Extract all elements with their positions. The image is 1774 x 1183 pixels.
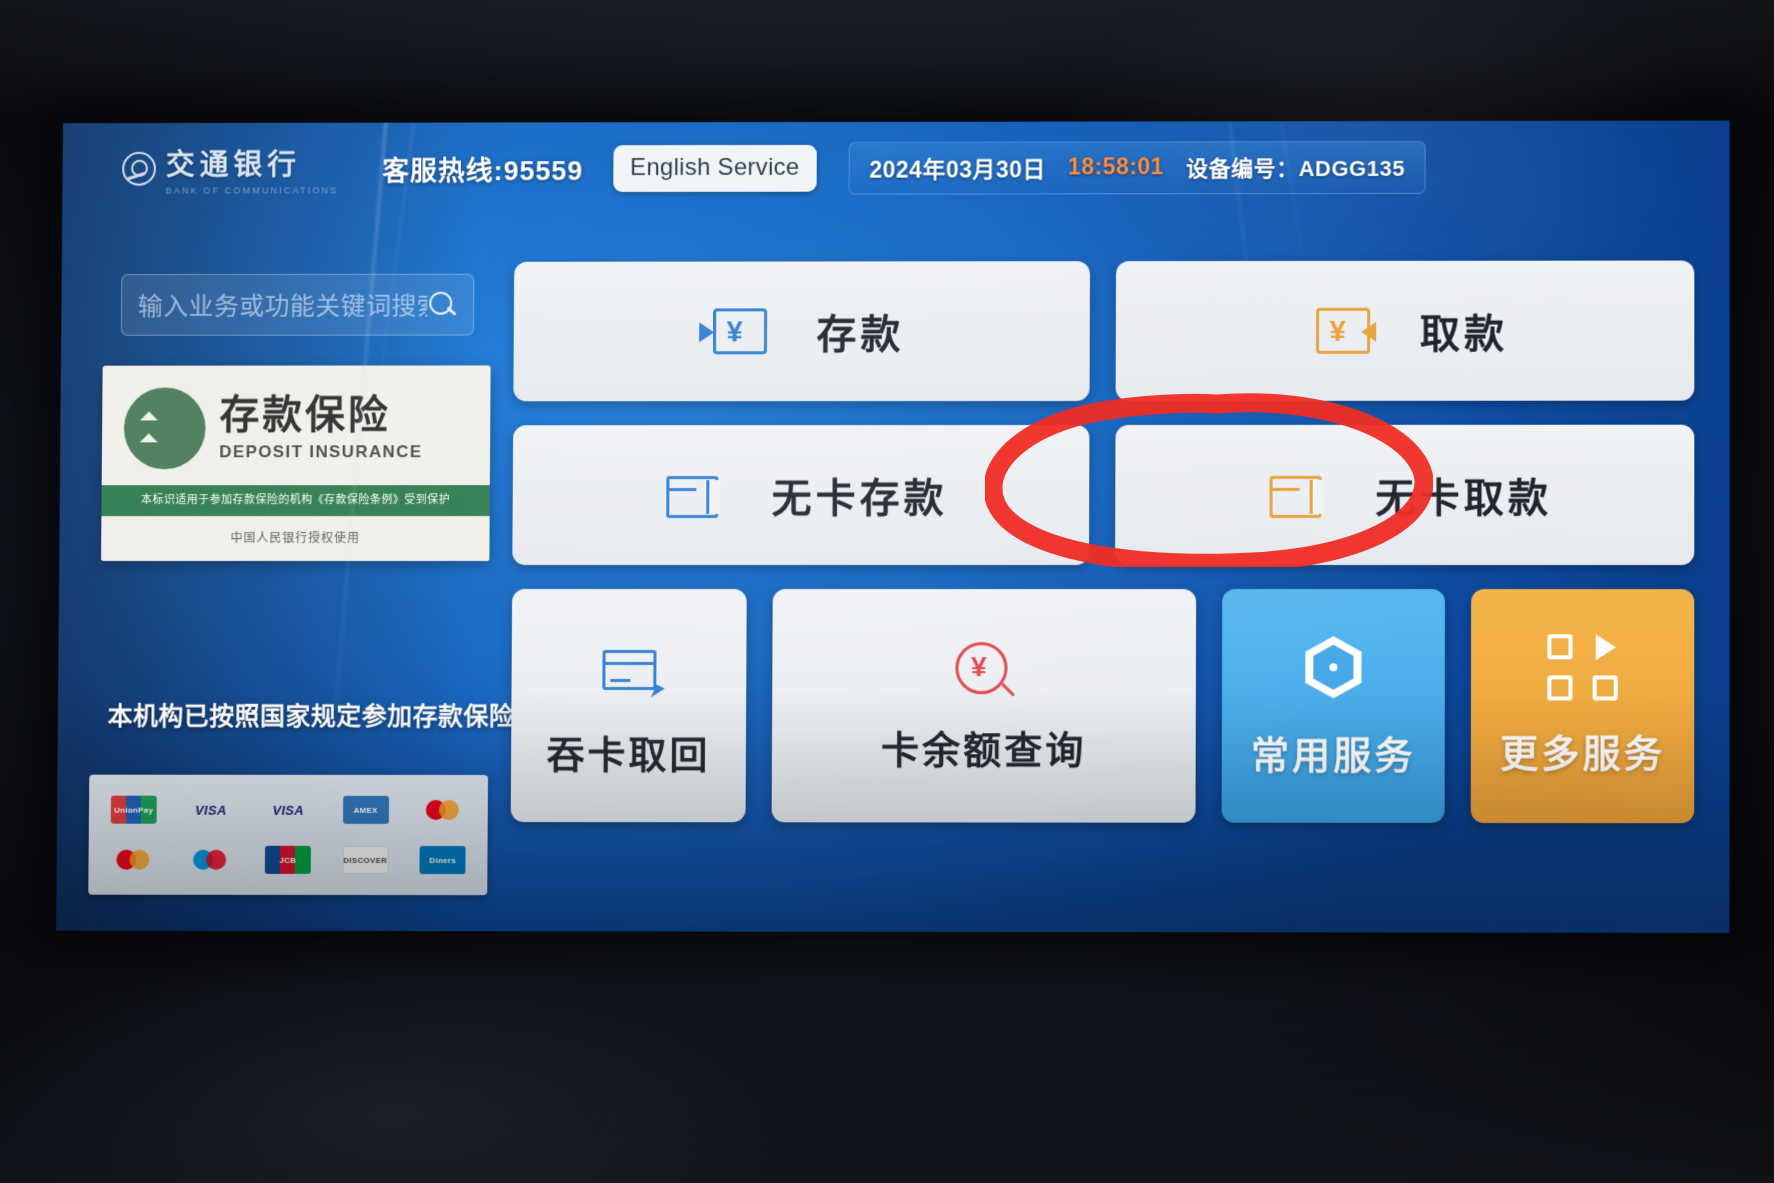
menu-item-label: 无卡存款 (771, 477, 948, 522)
balance-inquiry-icon: ¥ (947, 636, 1021, 710)
visa-icon: VISA (272, 802, 304, 818)
retrieve-card-icon (592, 632, 666, 706)
deposit-insurance-logo-icon (123, 387, 206, 470)
cardless-deposit-icon (654, 458, 728, 532)
maestro-icon (187, 846, 233, 874)
atm-photo: 交通银行 BANK OF COMMUNICATIONS 客服热线:95559 E… (0, 0, 1774, 1183)
menu-item-label: 无卡取款 (1375, 476, 1553, 521)
bezel-bottom-sheen (0, 923, 1774, 1183)
withdraw-icon: ¥ (1301, 294, 1376, 368)
current-time: 18:58:01 (1067, 153, 1165, 180)
menu-item-label: 常用服务 (1250, 735, 1416, 778)
visa-icon: VISA (195, 802, 227, 818)
customer-hotline: 客服热线:95559 (382, 155, 584, 186)
current-date: 2024年03月30日 (869, 156, 1047, 183)
deposit-insurance-card: 存款保险 DEPOSIT INSURANCE 本标识适用于参加存款保险的机构《存… (101, 365, 491, 562)
menu-item-common-services[interactable]: 常用服务 (1221, 589, 1445, 823)
jcb-icon: JCB (264, 845, 311, 874)
diners-icon: Diners (419, 845, 466, 875)
bank-name-en: BANK OF COMMUNICATIONS (165, 185, 339, 196)
discover-icon: DISCOVER (342, 845, 389, 875)
menu-row: 无卡存款 无卡取款 (512, 424, 1695, 566)
mastercard-icon (110, 846, 156, 874)
more-services-icon (1547, 634, 1618, 701)
menu-row: ¥ 存款 ¥ 取款 (513, 260, 1695, 402)
menu-item-label: 卡余额查询 (880, 729, 1087, 773)
accepted-cards-panel: UnionPay VISA VISA AMEX JCB DISCOVER Din… (88, 774, 489, 896)
mastercard-icon (420, 796, 466, 824)
unionpay-icon: UnionPay (110, 795, 157, 824)
search-input[interactable]: 输入业务或功能关键词搜索... (120, 273, 475, 336)
menu-item-cardless-deposit[interactable]: 无卡存款 (512, 424, 1090, 566)
status-info-pill: 2024年03月30日 18:58:01 设备编号：ADGG135 (848, 140, 1427, 195)
menu-item-balance-inquiry[interactable]: ¥ 卡余额查询 (771, 589, 1197, 823)
cardless-withdraw-icon (1257, 458, 1331, 532)
menu-row: 吞卡取回 ¥ 卡余额查询 常用服务 更多服务 (510, 588, 1695, 824)
common-services-icon (1301, 632, 1365, 702)
device-id: 设备编号：ADGG135 (1185, 155, 1405, 181)
menu-item-label: 取款 (1419, 312, 1509, 357)
bezel-top-sheen (0, 0, 1774, 120)
menu-item-label: 更多服务 (1499, 733, 1666, 776)
menu-item-retrieve-card[interactable]: 吞卡取回 (510, 588, 747, 823)
bank-name: 交通银行 (165, 149, 302, 182)
deposit-insurance-title-en: DEPOSIT INSURANCE (219, 441, 423, 461)
menu-item-withdraw[interactable]: ¥ 取款 (1115, 260, 1695, 401)
search-icon[interactable] (427, 290, 457, 320)
menu-item-more-services[interactable]: 更多服务 (1470, 589, 1695, 824)
bank-logo: 交通银行 BANK OF COMMUNICATIONS (122, 142, 339, 196)
service-menu-grid: ¥ 存款 ¥ 取款 无卡存款 无卡取款 吞卡取回 ¥ 卡余额查询 常用服务 更多… (510, 260, 1695, 848)
menu-item-label: 存款 (816, 313, 905, 358)
menu-item-deposit[interactable]: ¥ 存款 (513, 261, 1091, 402)
english-service-button[interactable]: English Service (613, 144, 817, 192)
deposit-insurance-title-cn: 存款保险 (219, 392, 391, 437)
menu-item-label: 吞卡取回 (546, 734, 711, 778)
amex-icon: AMEX (342, 795, 389, 824)
deposit-insurance-header: 存款保险 DEPOSIT INSURANCE (102, 365, 491, 485)
sidebar: 输入业务或功能关键词搜索... 存款保险 DEPOSIT INSURANCE 本… (56, 218, 515, 917)
search-placeholder: 输入业务或功能关键词搜索... (137, 292, 428, 321)
header-bar: 交通银行 BANK OF COMMUNICATIONS 客服热线:95559 E… (62, 121, 1729, 215)
insurance-notice-text: 本机构已按照国家规定参加存款保险 (107, 702, 515, 731)
deposit-insurance-footer: 中国人民银行授权使用 (101, 516, 490, 562)
bank-logo-icon (122, 151, 157, 186)
menu-item-cardless-withdraw[interactable]: 无卡取款 (1115, 424, 1695, 566)
atm-screen: 交通银行 BANK OF COMMUNICATIONS 客服热线:95559 E… (56, 120, 1730, 933)
deposit-insurance-band: 本标识适用于参加存款保险的机构《存款保险条例》受到保护 (101, 485, 490, 517)
deposit-icon: ¥ (698, 294, 772, 368)
